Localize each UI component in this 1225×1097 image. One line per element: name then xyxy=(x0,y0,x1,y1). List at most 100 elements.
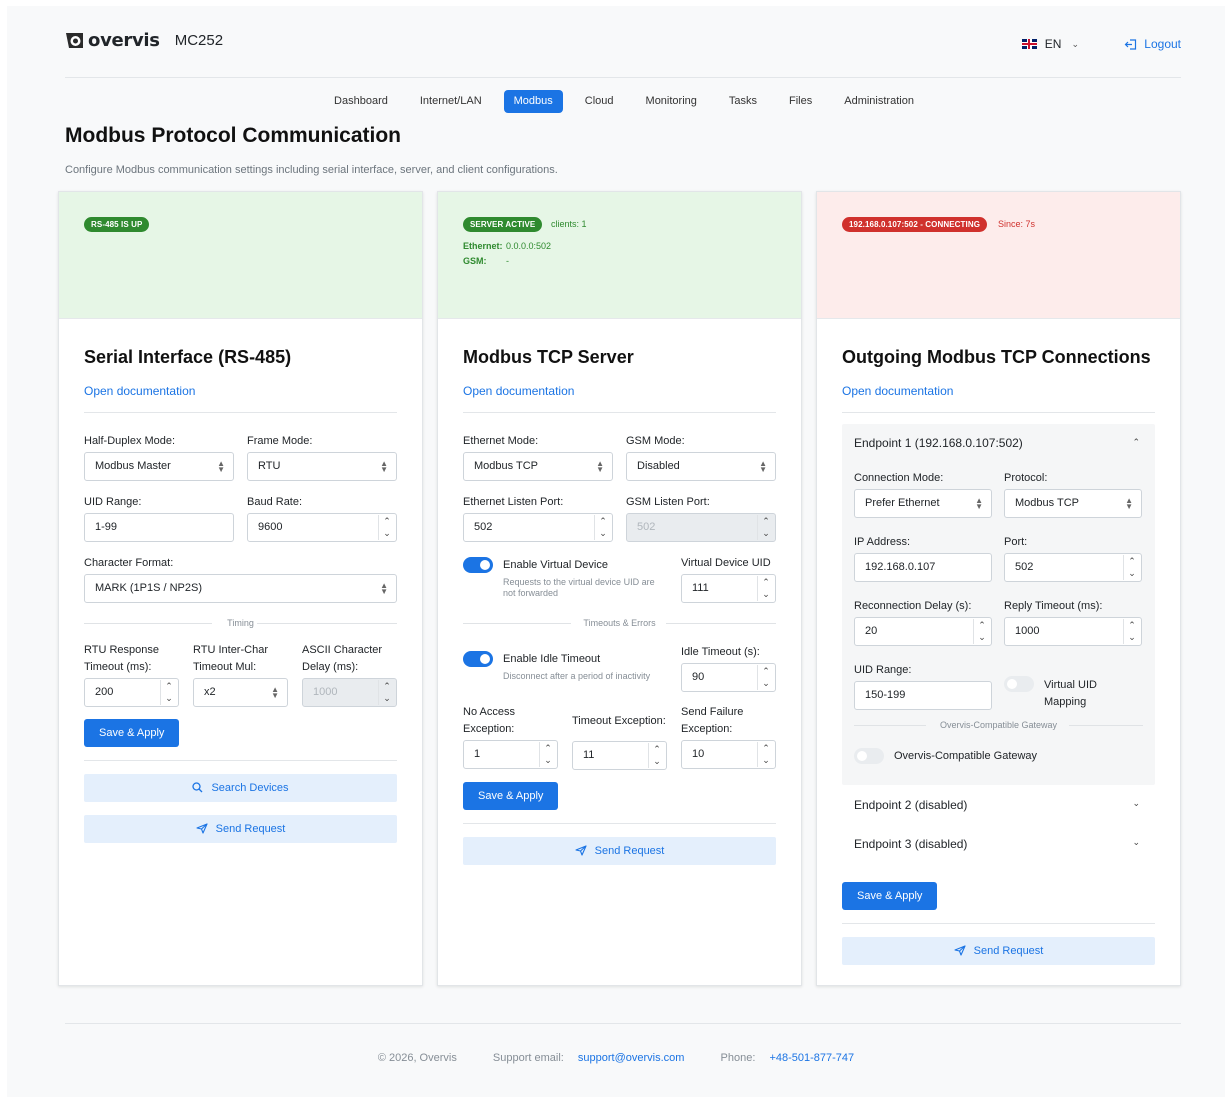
select-arrow-icon: ▲ ▼ xyxy=(759,459,767,474)
endpoint-1-panel: Endpoint 1 (192.168.0.107:502) ⌃ Connect… xyxy=(842,424,1155,785)
ip-address-label: IP Address: xyxy=(854,536,911,548)
virtual-uid-label: Virtual Device UID xyxy=(681,557,771,569)
uid-range-input[interactable]: 1-99 xyxy=(84,513,234,542)
stepper[interactable]: ⌃ ⌄ xyxy=(160,680,177,705)
connection-mode-select[interactable]: Prefer Ethernet ▲ ▼ xyxy=(854,489,992,518)
virtual-device-toggle[interactable] xyxy=(463,557,493,573)
logout-button[interactable]: Logout xyxy=(1124,37,1181,51)
nav-item-dashboard[interactable]: Dashboard xyxy=(324,90,398,113)
gateway-separator: Overvis-Compatible Gateway xyxy=(854,719,1143,731)
divider xyxy=(84,412,397,413)
stepper[interactable]: ⌃ ⌄ xyxy=(594,515,611,540)
virtual-uid-input[interactable]: 111 ⌃ ⌄ xyxy=(681,574,776,603)
documentation-link[interactable]: Open documentation xyxy=(463,384,574,398)
select-arrow-icon: ▲ ▼ xyxy=(271,685,279,700)
ethernet-port-input[interactable]: 502 ⌃ ⌄ xyxy=(463,513,613,542)
half-duplex-select[interactable]: Modbus Master ▲ ▼ xyxy=(84,452,234,481)
send-request-button[interactable]: Send Request xyxy=(842,937,1155,965)
stepper[interactable]: ⌃ ⌄ xyxy=(757,576,774,601)
stepper[interactable]: ⌃ ⌄ xyxy=(973,619,990,644)
baud-rate-input[interactable]: 9600 ⌃ ⌄ xyxy=(247,513,397,542)
frame-mode-select[interactable]: RTU ▲ ▼ xyxy=(247,452,397,481)
send-icon xyxy=(196,823,208,834)
ethernet-status: Ethernet: 0.0.0.0:502 xyxy=(463,241,552,251)
nav-item-tasks[interactable]: Tasks xyxy=(719,90,767,113)
reconnection-delay-label: Reconnection Delay (s): xyxy=(854,600,972,612)
ip-address-input[interactable]: 192.168.0.107 xyxy=(854,553,992,582)
endpoint-2-row[interactable]: Endpoint 2 (disabled) ⌄ xyxy=(842,785,1155,824)
logout-icon xyxy=(1124,38,1137,50)
documentation-link[interactable]: Open documentation xyxy=(84,384,195,398)
ethernet-port-label: Ethernet Listen Port: xyxy=(463,496,564,508)
copyright: © 2026, Overvis xyxy=(377,1052,457,1064)
rtu-inter-char-select[interactable]: x2 ▲ ▼ xyxy=(193,678,288,707)
protocol-label: Protocol: xyxy=(1004,472,1048,484)
stepper[interactable]: ⌃ ⌄ xyxy=(1123,555,1140,580)
no-access-input[interactable]: 1 ⌃ ⌄ xyxy=(463,740,558,769)
divider xyxy=(842,412,1155,413)
nav-item-administration[interactable]: Administration xyxy=(834,90,924,113)
save-apply-button[interactable]: Save & Apply xyxy=(842,882,938,910)
footer-divider xyxy=(65,1023,1181,1024)
nav-item-modbus[interactable]: Modbus xyxy=(503,90,563,113)
send-request-button[interactable]: Send Request xyxy=(84,815,397,843)
idle-seconds-label: Idle Timeout (s): xyxy=(681,646,760,658)
idle-timeout-hint: Disconnect after a period of inactivity xyxy=(503,671,651,681)
protocol-select[interactable]: Modbus TCP ▲ ▼ xyxy=(1004,489,1142,518)
nav-item-monitoring[interactable]: Monitoring xyxy=(636,90,707,113)
gateway-label: Overvis-Compatible Gateway xyxy=(894,750,1038,762)
stepper[interactable]: ⌃ ⌄ xyxy=(378,515,395,540)
endpoint-3-row[interactable]: Endpoint 3 (disabled) ⌄ xyxy=(842,824,1155,863)
virtual-uid-mapping-label: Virtual UID Mapping xyxy=(1044,679,1097,708)
save-apply-button[interactable]: Save & Apply xyxy=(463,782,559,810)
timeout-exception-label: Timeout Exception: xyxy=(572,715,666,727)
select-arrow-icon: ▲ ▼ xyxy=(1125,496,1133,511)
virtual-device-hint: Requests to the virtual device UID are no… xyxy=(503,577,655,598)
stepper[interactable]: ⌃ ⌄ xyxy=(757,742,774,767)
chevron-up-icon[interactable]: ⌃ xyxy=(1132,437,1140,448)
phone-link[interactable]: +48-501-877-747 xyxy=(769,1052,854,1064)
timeout-exception-input[interactable]: 11 ⌃ ⌄ xyxy=(572,741,667,770)
nav-item-cloud[interactable]: Cloud xyxy=(575,90,624,113)
stepper[interactable]: ⌃ ⌄ xyxy=(757,665,774,690)
stepper[interactable]: ⌃ ⌄ xyxy=(539,742,556,767)
gsm-mode-select[interactable]: Disabled ▲ ▼ xyxy=(626,452,776,481)
status-badge: 192.168.0.107:502 - CONNECTING xyxy=(842,217,988,232)
port-input[interactable]: 502 ⌃ ⌄ xyxy=(1004,553,1142,582)
reconnection-delay-input[interactable]: 20 ⌃ ⌄ xyxy=(854,617,992,646)
stepper[interactable]: ⌃ ⌄ xyxy=(648,743,665,768)
overvis-logo-icon xyxy=(65,31,84,50)
save-apply-button[interactable]: Save & Apply xyxy=(84,719,180,747)
reply-timeout-input[interactable]: 1000 ⌃ ⌄ xyxy=(1004,617,1142,646)
character-format-select[interactable]: MARK (1P1S / NP2S) ▲ ▼ xyxy=(84,574,397,603)
support-email-link[interactable]: support@overvis.com xyxy=(578,1052,685,1064)
search-devices-button[interactable]: Search Devices xyxy=(84,774,397,802)
nav-item-internet-lan[interactable]: Internet/LAN xyxy=(410,90,492,113)
endpoint-3-title: Endpoint 3 (disabled) xyxy=(854,837,968,851)
idle-timeout-toggle[interactable] xyxy=(463,651,493,667)
documentation-link[interactable]: Open documentation xyxy=(842,384,953,398)
language-selector[interactable]: EN ⌄ xyxy=(1021,37,1079,51)
send-request-button[interactable]: Send Request xyxy=(463,837,776,865)
divider xyxy=(463,823,776,824)
nav-item-files[interactable]: Files xyxy=(779,90,822,113)
stepper[interactable]: ⌃ ⌄ xyxy=(1123,619,1140,644)
port-label: Port: xyxy=(1004,536,1028,548)
rtu-response-input[interactable]: 200 ⌃ ⌄ xyxy=(84,678,179,707)
baud-rate-label: Baud Rate: xyxy=(247,496,303,508)
card-title: Serial Interface (RS-485) xyxy=(84,347,292,367)
timeouts-separator: Timeouts & Errors xyxy=(463,617,776,629)
ascii-delay-label: ASCII Character Delay (ms): xyxy=(302,644,383,673)
half-duplex-label: Half-Duplex Mode: xyxy=(84,435,176,447)
select-arrow-icon: ▲ ▼ xyxy=(217,459,225,474)
gateway-toggle[interactable] xyxy=(854,748,884,764)
gsm-mode-label: GSM Mode: xyxy=(626,435,685,447)
send-failure-input[interactable]: 10 ⌃ ⌄ xyxy=(681,740,776,769)
virtual-uid-mapping-toggle[interactable] xyxy=(1004,676,1034,692)
brand[interactable]: overvis MC252 xyxy=(65,30,223,51)
uid-range-input[interactable]: 150-199 xyxy=(854,681,992,710)
idle-seconds-input[interactable]: 90 ⌃ ⌄ xyxy=(681,663,776,692)
ethernet-mode-select[interactable]: Modbus TCP ▲ ▼ xyxy=(463,452,613,481)
send-icon xyxy=(575,845,587,856)
endpoint-1-title[interactable]: Endpoint 1 (192.168.0.107:502) xyxy=(854,436,1023,450)
